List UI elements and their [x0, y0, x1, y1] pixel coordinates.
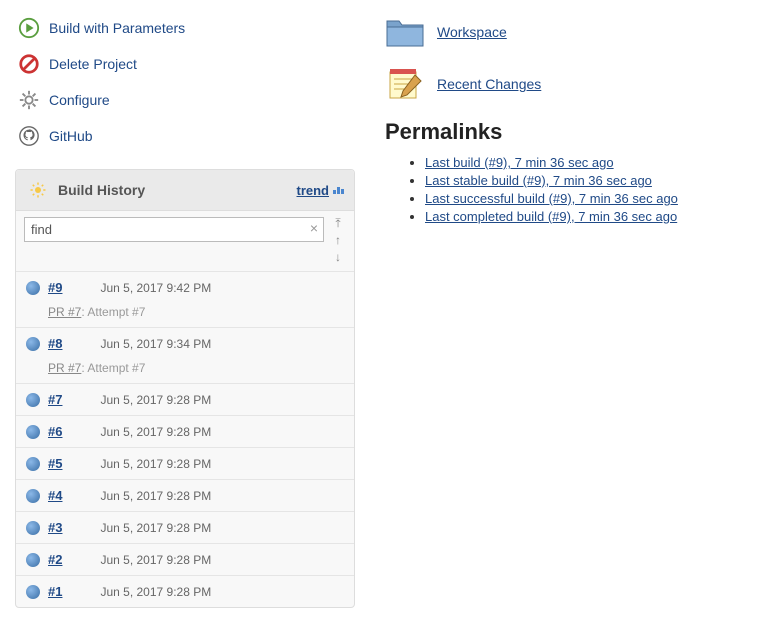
- build-subtext: PR #7: Attempt #7: [16, 359, 354, 383]
- build-number-link[interactable]: #1: [48, 584, 62, 599]
- build-status-orb-icon: [26, 281, 40, 295]
- build-timestamp: Jun 5, 2017 9:28 PM: [100, 425, 211, 439]
- build-status-orb-icon: [26, 457, 40, 471]
- build-row[interactable]: #6 Jun 5, 2017 9:28 PM: [16, 415, 354, 447]
- build-number-link[interactable]: #3: [48, 520, 62, 535]
- build-subtext: PR #7: Attempt #7: [16, 303, 354, 327]
- menu-item-github[interactable]: GitHub: [15, 118, 355, 154]
- workspace-row[interactable]: Workspace: [385, 15, 752, 49]
- permalink-item: Last stable build (#9), 7 min 36 sec ago: [425, 173, 752, 188]
- build-row[interactable]: #8 Jun 5, 2017 9:34 PM PR #7: Attempt #7: [16, 327, 354, 383]
- build-row[interactable]: #9 Jun 5, 2017 9:42 PM PR #7: Attempt #7: [16, 271, 354, 327]
- recent-changes-row[interactable]: Recent Changes: [385, 67, 752, 101]
- permalink-link[interactable]: Last completed build (#9), 7 min 36 sec …: [425, 209, 677, 224]
- build-row[interactable]: #3 Jun 5, 2017 9:28 PM: [16, 511, 354, 543]
- notepad-pencil-icon: [385, 67, 425, 101]
- menu-link-github[interactable]: GitHub: [49, 128, 93, 144]
- build-row[interactable]: #7 Jun 5, 2017 9:28 PM: [16, 383, 354, 415]
- arrow-down-icon[interactable]: ↓: [330, 251, 346, 265]
- arrow-top-icon[interactable]: ⤒: [330, 217, 346, 231]
- sun-icon: [26, 178, 50, 202]
- build-number-link[interactable]: #4: [48, 488, 62, 503]
- build-number-link[interactable]: #8: [48, 336, 62, 351]
- build-timestamp: Jun 5, 2017 9:34 PM: [100, 337, 211, 351]
- menu-item-configure[interactable]: Configure: [15, 82, 355, 118]
- build-number-link[interactable]: #9: [48, 280, 62, 295]
- permalink-link[interactable]: Last build (#9), 7 min 36 sec ago: [425, 155, 614, 170]
- play-clock-icon: [17, 16, 41, 40]
- build-row[interactable]: #4 Jun 5, 2017 9:28 PM: [16, 479, 354, 511]
- build-history-header: Build History trend: [16, 170, 354, 211]
- clear-search-icon[interactable]: ×: [310, 220, 318, 236]
- side-menu: Build with Parameters Delete Project Con…: [15, 10, 355, 154]
- build-status-orb-icon: [26, 337, 40, 351]
- build-status-orb-icon: [26, 425, 40, 439]
- build-number-link[interactable]: #2: [48, 552, 62, 567]
- menu-item-build-params[interactable]: Build with Parameters: [15, 10, 355, 46]
- permalink-item: Last build (#9), 7 min 36 sec ago: [425, 155, 752, 170]
- folder-icon: [385, 15, 425, 49]
- build-row[interactable]: #2 Jun 5, 2017 9:28 PM: [16, 543, 354, 575]
- pr-link[interactable]: PR #7: [48, 305, 81, 319]
- permalinks-heading: Permalinks: [385, 119, 752, 145]
- gear-icon: [17, 88, 41, 112]
- menu-link-build-params[interactable]: Build with Parameters: [49, 20, 185, 36]
- build-timestamp: Jun 5, 2017 9:28 PM: [100, 489, 211, 503]
- permalink-item: Last successful build (#9), 7 min 36 sec…: [425, 191, 752, 206]
- build-number-link[interactable]: #5: [48, 456, 62, 471]
- build-status-orb-icon: [26, 489, 40, 503]
- build-history-title: Build History: [58, 182, 145, 198]
- menu-link-configure[interactable]: Configure: [49, 92, 110, 108]
- workspace-link[interactable]: Workspace: [437, 24, 507, 40]
- permalink-link[interactable]: Last stable build (#9), 7 min 36 sec ago: [425, 173, 652, 188]
- build-timestamp: Jun 5, 2017 9:28 PM: [100, 553, 211, 567]
- arrow-up-icon[interactable]: ↑: [330, 234, 346, 248]
- build-timestamp: Jun 5, 2017 9:28 PM: [100, 585, 211, 599]
- build-timestamp: Jun 5, 2017 9:28 PM: [100, 393, 211, 407]
- build-row[interactable]: #1 Jun 5, 2017 9:28 PM: [16, 575, 354, 607]
- build-number-link[interactable]: #7: [48, 392, 62, 407]
- build-history-panel: Build History trend × ⤒ ↑ ↓: [15, 169, 355, 608]
- build-list: #9Jun 5, 2017 9:42 PMPR #7: Attempt #7#8…: [16, 271, 354, 607]
- pr-link[interactable]: PR #7: [48, 361, 81, 375]
- trend-link[interactable]: trend: [297, 183, 345, 198]
- build-timestamp: Jun 5, 2017 9:42 PM: [100, 281, 211, 295]
- history-nav-arrows: ⤒ ↑ ↓: [330, 217, 346, 265]
- build-row[interactable]: #5 Jun 5, 2017 9:28 PM: [16, 447, 354, 479]
- permalink-item: Last completed build (#9), 7 min 36 sec …: [425, 209, 752, 224]
- permalinks-list: Last build (#9), 7 min 36 sec ago Last st…: [385, 155, 752, 224]
- build-status-orb-icon: [26, 521, 40, 535]
- menu-item-delete[interactable]: Delete Project: [15, 46, 355, 82]
- build-number-link[interactable]: #6: [48, 424, 62, 439]
- build-status-orb-icon: [26, 553, 40, 567]
- build-status-orb-icon: [26, 585, 40, 599]
- build-timestamp: Jun 5, 2017 9:28 PM: [100, 521, 211, 535]
- menu-link-delete[interactable]: Delete Project: [49, 56, 137, 72]
- forbidden-icon: [17, 52, 41, 76]
- trend-bars-icon: [333, 186, 344, 194]
- build-status-orb-icon: [26, 393, 40, 407]
- github-icon: [17, 124, 41, 148]
- build-timestamp: Jun 5, 2017 9:28 PM: [100, 457, 211, 471]
- build-search-input[interactable]: [24, 217, 324, 242]
- permalink-link[interactable]: Last successful build (#9), 7 min 36 sec…: [425, 191, 678, 206]
- recent-changes-link[interactable]: Recent Changes: [437, 76, 541, 92]
